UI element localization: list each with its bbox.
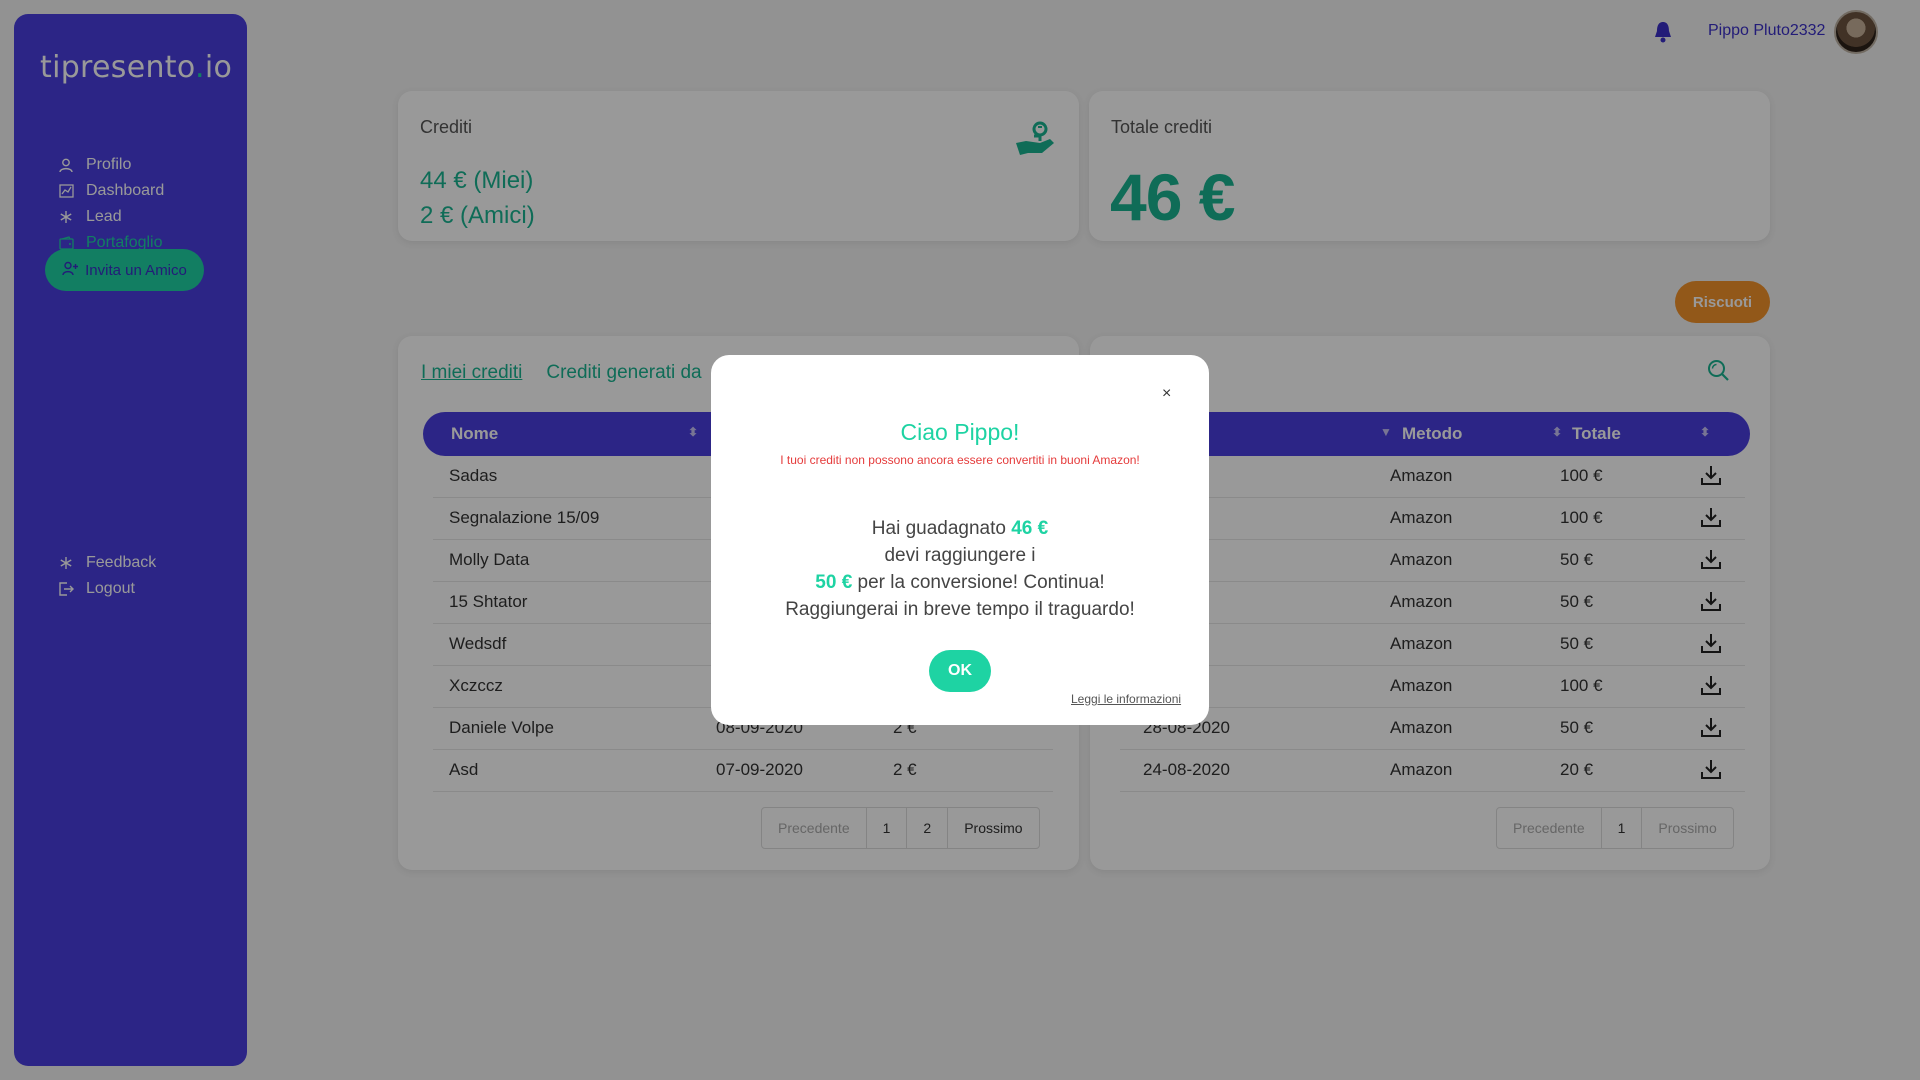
modal-line-2: devi raggiungere i — [884, 545, 1036, 566]
modal-warning: I tuoi crediti non possono ancora essere… — [780, 453, 1140, 467]
modal-line-1: Hai guadagnato 46 € — [711, 515, 1209, 542]
credits-modal: × Ciao Pippo! I tuoi crediti non possono… — [711, 355, 1209, 725]
modal-body: Hai guadagnato 46 € devi raggiungere i 5… — [711, 515, 1209, 623]
info-link[interactable]: Leggi le informazioni — [1071, 692, 1181, 706]
close-icon[interactable]: × — [1162, 385, 1171, 403]
modal-line-3: 50 € per la conversione! Continua! — [711, 569, 1209, 596]
ok-button[interactable]: OK — [929, 650, 991, 692]
modal-title: Ciao Pippo! — [900, 419, 1020, 445]
modal-text: per la conversione! Continua! — [852, 572, 1105, 593]
modal-text: Hai guadagnato — [871, 518, 1012, 539]
modal-line-4: Raggiungerai in breve tempo il traguardo… — [785, 599, 1135, 620]
target-amount: 50 € — [815, 572, 853, 593]
earned-amount: 46 € — [1011, 518, 1049, 539]
